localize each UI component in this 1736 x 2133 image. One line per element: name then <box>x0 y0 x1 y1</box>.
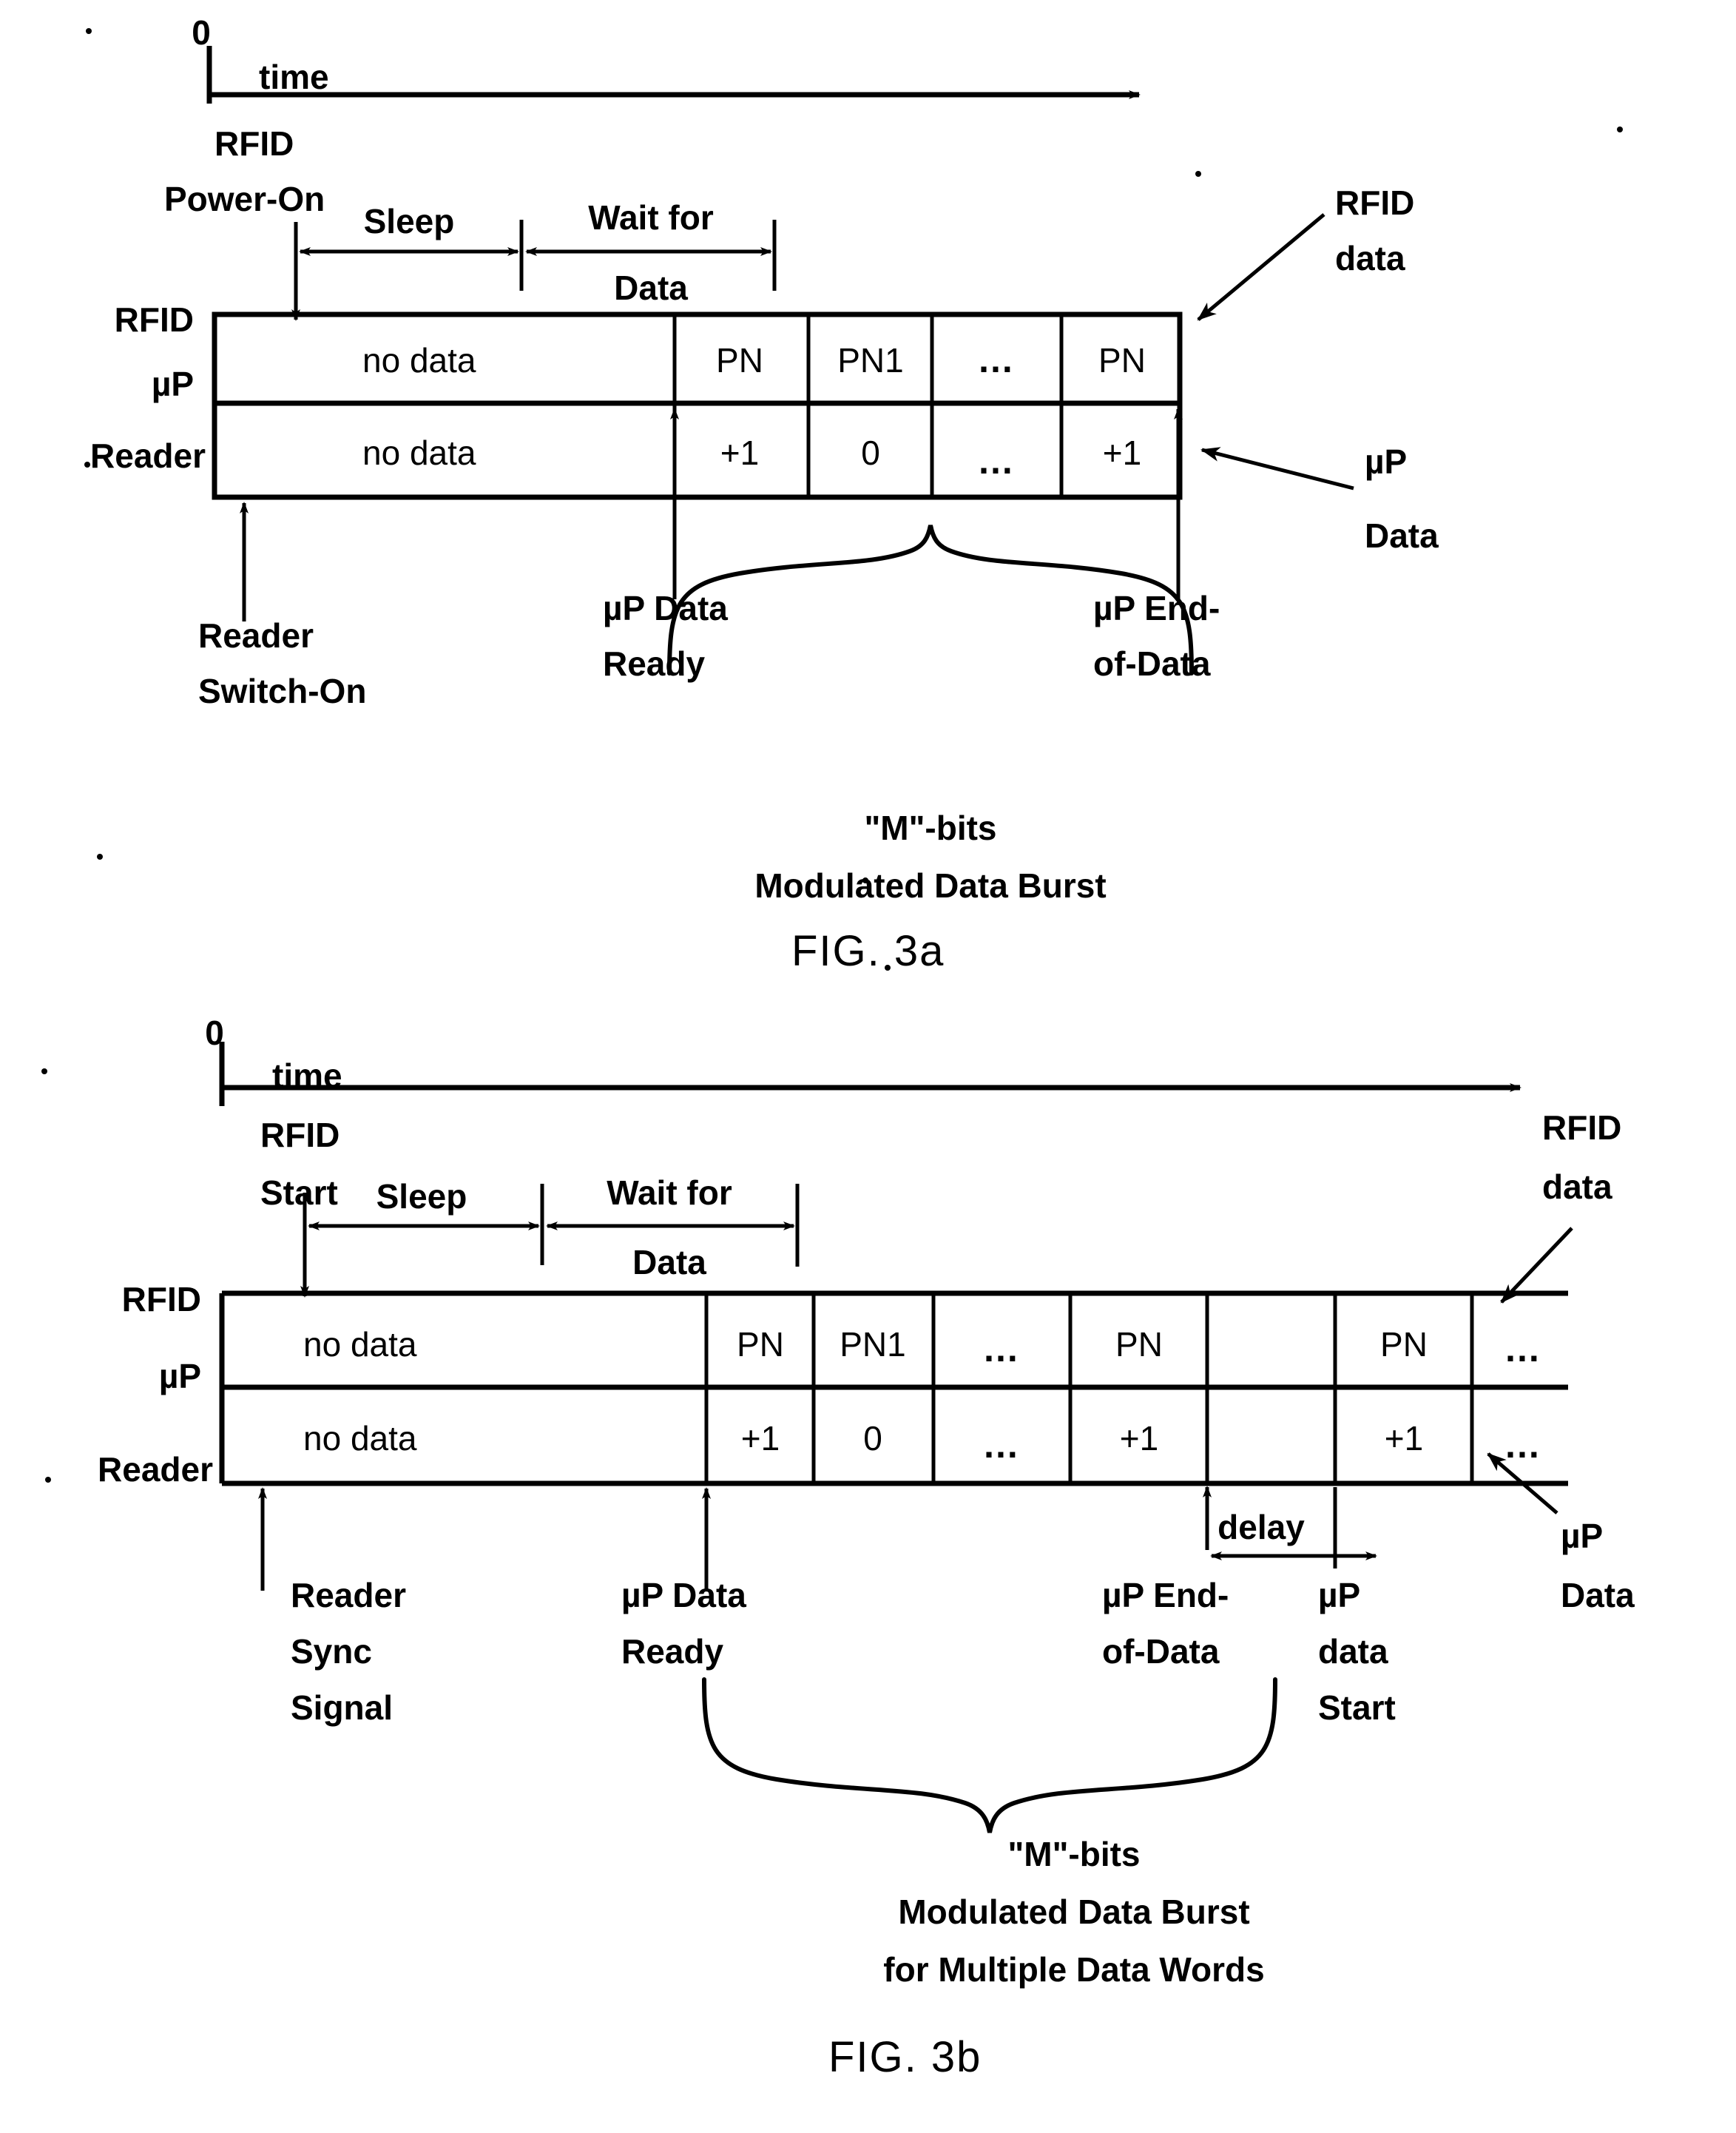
fig3b-sleep-label: Sleep <box>376 1177 467 1216</box>
fig3a-cell-r1c4: +1 <box>1103 434 1141 472</box>
fig3a-wait-label-line1: Wait for <box>588 198 714 237</box>
fig3b-cell-r0c2: PN1 <box>840 1325 905 1364</box>
fig3b-event-top-line2: Start <box>260 1173 338 1212</box>
page-speck <box>86 28 92 34</box>
fig3b-caption: FIG. 3b <box>828 2033 982 2081</box>
fig3a-rfid-data-callout-line1: RFID <box>1335 183 1414 222</box>
fig3b-event-top-line1: RFID <box>260 1116 340 1154</box>
page-speck <box>97 854 103 860</box>
fig3a-up-end-of-data-line2: of-Data <box>1093 644 1211 683</box>
fig3a-cell-r1c0: no data <box>362 434 476 472</box>
page-speck <box>84 462 90 468</box>
fig3a-row-label-up: µP <box>152 365 194 403</box>
fig3b-cell-r1c0: no data <box>303 1419 417 1458</box>
fig3a-cell-r0c1: PN <box>716 341 763 380</box>
fig3a-row-label-rfid: RFID <box>115 300 194 339</box>
figure-canvas: 0 time RFID Power-On Sleep Wait for Data… <box>41 13 1635 2081</box>
fig3a-cell-r1c2: 0 <box>861 434 880 472</box>
page-speck <box>1195 171 1201 177</box>
fig3a-up-data-ready-line1: µP Data <box>603 589 728 627</box>
fig3b-up-data-start-line2: data <box>1318 1632 1388 1671</box>
fig3b-delay-label: delay <box>1217 1508 1305 1546</box>
fig3a-cell-r0c4: PN <box>1098 341 1146 380</box>
fig3b-cell-r0c3: … <box>982 1328 1022 1369</box>
fig3a-cell-r0c0: no data <box>362 341 476 380</box>
fig3b-burst-line3: for Multiple Data Words <box>883 1950 1264 1989</box>
fig3b-reader-sync-line3: Signal <box>291 1688 393 1727</box>
fig3a-caption: FIG. 3a <box>791 927 945 975</box>
fig3b-burst-line2: Modulated Data Burst <box>898 1893 1249 1931</box>
fig3b-up-data-ready-line2: Ready <box>621 1632 723 1671</box>
fig3b-wait-label-line2: Data <box>632 1243 706 1281</box>
fig3b-time-axis-label: time <box>272 1057 342 1095</box>
fig3a-time-origin-label: 0 <box>192 13 211 52</box>
fig3b-reader-sync-line2: Sync <box>291 1632 372 1671</box>
fig3a-rfid-data-callout-line2: data <box>1335 239 1405 277</box>
fig3b-cell-r1c1: +1 <box>741 1419 780 1458</box>
fig3b-burst-brace <box>702 1677 1277 1833</box>
page-speck <box>1617 127 1623 132</box>
fig3a-up-data-ready-line2: Ready <box>603 644 705 683</box>
fig3b-cell-r0c6: PN <box>1380 1325 1428 1364</box>
fig3a-up-end-of-data-line1: µP End- <box>1093 589 1220 627</box>
fig3a-sleep-label: Sleep <box>364 202 455 240</box>
patent-figure-sheet: 0 time RFID Power-On Sleep Wait for Data… <box>0 0 1736 2133</box>
fig3b-cell-r0c4: PN <box>1115 1325 1163 1364</box>
page-speck <box>41 1068 47 1074</box>
fig3a-burst-line2: Modulated Data Burst <box>754 866 1106 905</box>
fig3b-time-origin-label: 0 <box>205 1014 224 1052</box>
fig3b-reader-sync-line1: Reader <box>291 1576 406 1614</box>
fig3a-wait-label-line2: Data <box>614 269 688 307</box>
fig3a-cell-r1c1: +1 <box>720 434 759 472</box>
fig3a-up-data-callout-line1: µP <box>1365 442 1407 481</box>
fig3b-wait-label-line1: Wait for <box>607 1173 732 1212</box>
fig3a-reader-switch-on-line1: Reader <box>198 616 314 655</box>
fig3b-cell-r0c1: PN <box>737 1325 784 1364</box>
fig3a-up-data-callout-line2: Data <box>1365 516 1439 555</box>
fig3b-up-data-callout-line2: Data <box>1561 1576 1635 1614</box>
fig3b-cell-r1c7: … <box>1504 1424 1544 1466</box>
fig3b-row-label-up: µP <box>159 1357 201 1395</box>
page-speck <box>45 1477 51 1483</box>
fig3b-burst-line1: "M"-bits <box>1007 1835 1140 1873</box>
fig3a-rfid-data-callout-arrow <box>1197 213 1325 321</box>
fig3b-rfid-data-callout-line2: data <box>1542 1167 1612 1206</box>
fig3a-up-data-callout-arrow <box>1200 447 1354 491</box>
fig3b-cell-r0c7: … <box>1504 1328 1544 1369</box>
fig3b-up-end-of-data-line2: of-Data <box>1102 1632 1220 1671</box>
fig3a-event-top-line2: Power-On <box>164 180 325 218</box>
fig3b-cell-r0c0: no data <box>303 1325 417 1364</box>
fig3b-up-data-ready-line1: µP Data <box>621 1576 746 1614</box>
fig3b-cell-r1c4: +1 <box>1120 1419 1158 1458</box>
fig3a-time-axis-label: time <box>259 58 329 96</box>
fig3b-up-data-start-line3: Start <box>1318 1688 1396 1727</box>
fig3b-up-data-start-line1: µP <box>1318 1576 1360 1614</box>
fig3a-row-label-reader: Reader <box>90 437 206 475</box>
fig3a-cell-r1c3: … <box>977 440 1017 482</box>
fig3b-cell-r1c6: +1 <box>1385 1419 1423 1458</box>
fig3a-burst-line1: "M"-bits <box>864 809 996 847</box>
fig3a-reader-switch-on-line2: Switch-On <box>198 672 366 710</box>
fig3a-cell-r0c3: … <box>977 339 1017 380</box>
fig3b-row-label-rfid: RFID <box>122 1280 201 1318</box>
fig3b-row-label-reader: Reader <box>98 1450 213 1489</box>
fig3b-cell-r1c2: 0 <box>863 1419 882 1458</box>
fig3b-cell-r1c3: … <box>982 1424 1022 1466</box>
fig3b-up-end-of-data-line1: µP End- <box>1102 1576 1229 1614</box>
fig3a-event-top-line1: RFID <box>215 124 294 163</box>
fig3b-up-data-callout-line1: µP <box>1561 1517 1603 1555</box>
fig3a-cell-r0c2: PN1 <box>837 341 903 380</box>
fig3b-rfid-data-callout-line1: RFID <box>1542 1108 1621 1147</box>
